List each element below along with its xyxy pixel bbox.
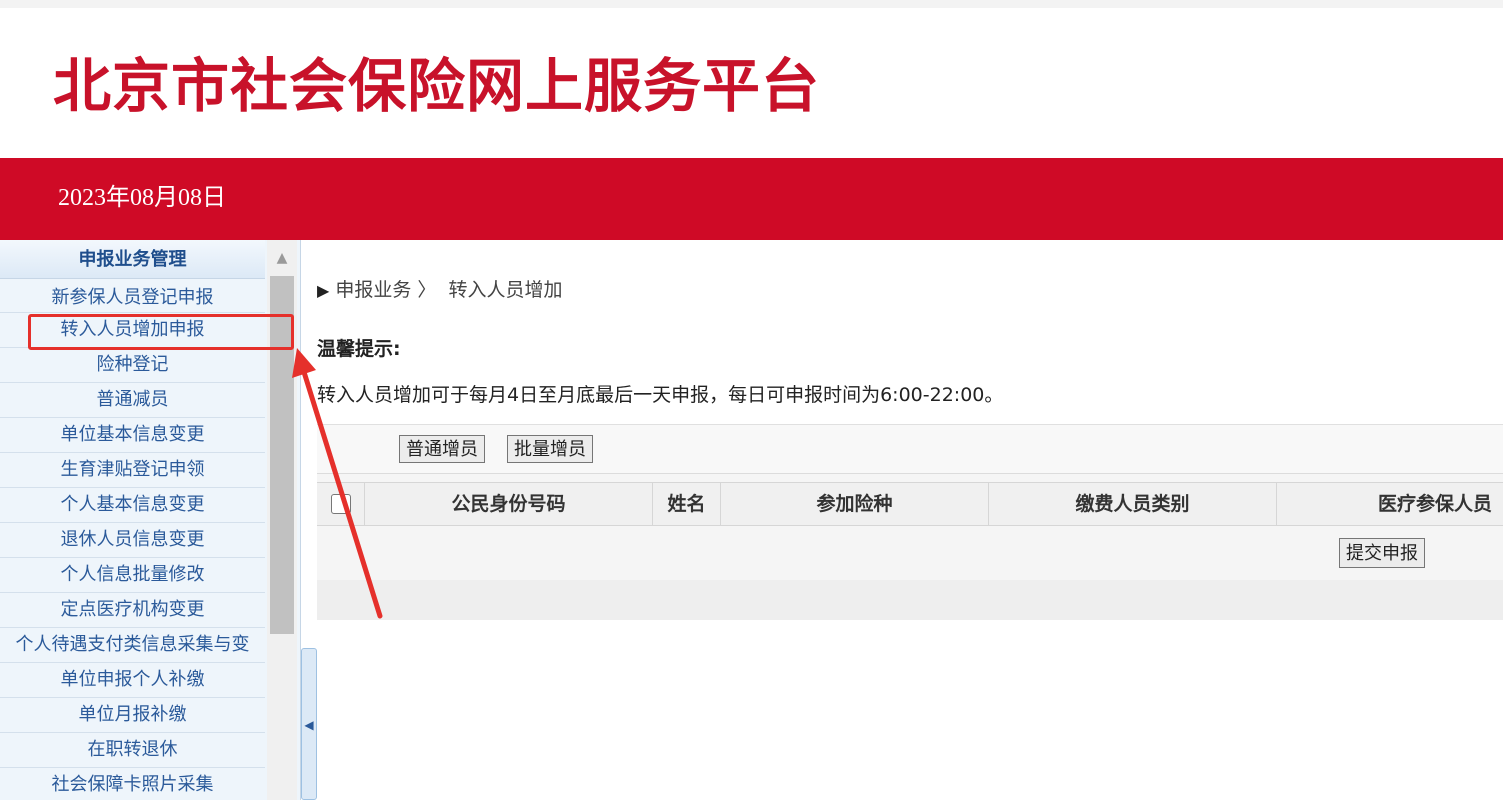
sidebar-collapse-toggle[interactable]: ◀ xyxy=(301,648,317,800)
main-content: ▶ 申报业务 〉 转入人员增加 温馨提示: 转入人员增加可于每月4日至月底最后一天… xyxy=(317,240,1503,800)
column-header-payer-category: 缴费人员类别 xyxy=(989,483,1277,525)
breadcrumb-current: 转入人员增加 xyxy=(448,279,563,301)
scroll-up-arrow-icon[interactable]: ▲ xyxy=(267,246,297,270)
batch-add-button[interactable]: 批量增员 xyxy=(507,435,593,463)
tips-text: 转入人员增加可于每月4日至月底最后一天申报，每日可申报时间为6:00-22:00… xyxy=(317,384,1004,406)
sidebar-item-personal-supplement[interactable]: 单位申报个人补缴 xyxy=(0,663,265,698)
sidebar-item-batch-modify[interactable]: 个人信息批量修改 xyxy=(0,558,265,593)
sidebar-section-title[interactable]: 申报业务管理 xyxy=(0,240,265,279)
table-header: 公民身份号码 姓名 参加险种 缴费人员类别 医疗参保人员 xyxy=(317,482,1503,526)
sidebar-item-new-enrollee[interactable]: 新参保人员登记申报 xyxy=(0,284,265,313)
sidebar-item-maternity-allowance[interactable]: 生育津贴登记申领 xyxy=(0,453,265,488)
sidebar-item-monthly-supplement[interactable]: 单位月报补缴 xyxy=(0,698,265,733)
annotation-highlight-box xyxy=(28,314,294,350)
sidebar-item-benefit-payment-info[interactable]: 个人待遇支付类信息采集与变 xyxy=(0,628,265,663)
sidebar-item-medical-institution-change[interactable]: 定点医疗机构变更 xyxy=(0,593,265,628)
sidebar-item-insurance-registration[interactable]: 险种登记 xyxy=(0,348,265,383)
sidebar-item-unit-info-change[interactable]: 单位基本信息变更 xyxy=(0,418,265,453)
chevron-left-icon: ◀ xyxy=(304,718,314,732)
column-header-medical-insured: 医疗参保人员 xyxy=(1378,493,1493,515)
select-all-checkbox[interactable] xyxy=(331,494,351,514)
breadcrumb-parent[interactable]: 申报业务 〉 xyxy=(335,279,436,301)
site-header: 北京市社会保险网上服务平台 xyxy=(0,0,1503,158)
column-header-name: 姓名 xyxy=(653,483,721,525)
select-all-cell xyxy=(317,483,365,525)
sidebar-item-retirement[interactable]: 在职转退休 xyxy=(0,733,265,768)
sidebar-item-retiree-info-change[interactable]: 退休人员信息变更 xyxy=(0,523,265,558)
sidebar-item-personal-info-change[interactable]: 个人基本信息变更 xyxy=(0,488,265,523)
normal-add-button[interactable]: 普通增员 xyxy=(399,435,485,463)
breadcrumb: ▶ 申报业务 〉 转入人员增加 xyxy=(317,276,562,305)
column-header-insurance-type: 参加险种 xyxy=(721,483,989,525)
submit-declaration-button[interactable]: 提交申报 xyxy=(1339,538,1425,568)
sidebar-menu: 新参保人员登记申报 转入人员增加申报 险种登记 普通减员 单位基本信息变更 生育… xyxy=(0,284,265,800)
staff-panel: 普通增员 批量增员 公民身份号码 姓名 参加险种 缴费人员类别 医疗参保人员 提… xyxy=(317,424,1503,620)
sidebar-item-card-photo[interactable]: 社会保障卡照片采集 xyxy=(0,768,265,800)
panel-footer xyxy=(317,580,1503,620)
site-title: 北京市社会保险网上服务平台 xyxy=(53,52,821,120)
current-date: 2023年08月08日 xyxy=(58,185,226,211)
triangle-right-icon: ▶ xyxy=(317,281,330,300)
tips-title: 温馨提示: xyxy=(317,338,401,360)
date-bar: 2023年08月08日 xyxy=(0,158,1503,240)
toolbar: 普通增员 批量增员 xyxy=(317,424,1503,474)
column-header-id-number: 公民身份号码 xyxy=(365,483,653,525)
sidebar-item-normal-reduction[interactable]: 普通减员 xyxy=(0,383,265,418)
